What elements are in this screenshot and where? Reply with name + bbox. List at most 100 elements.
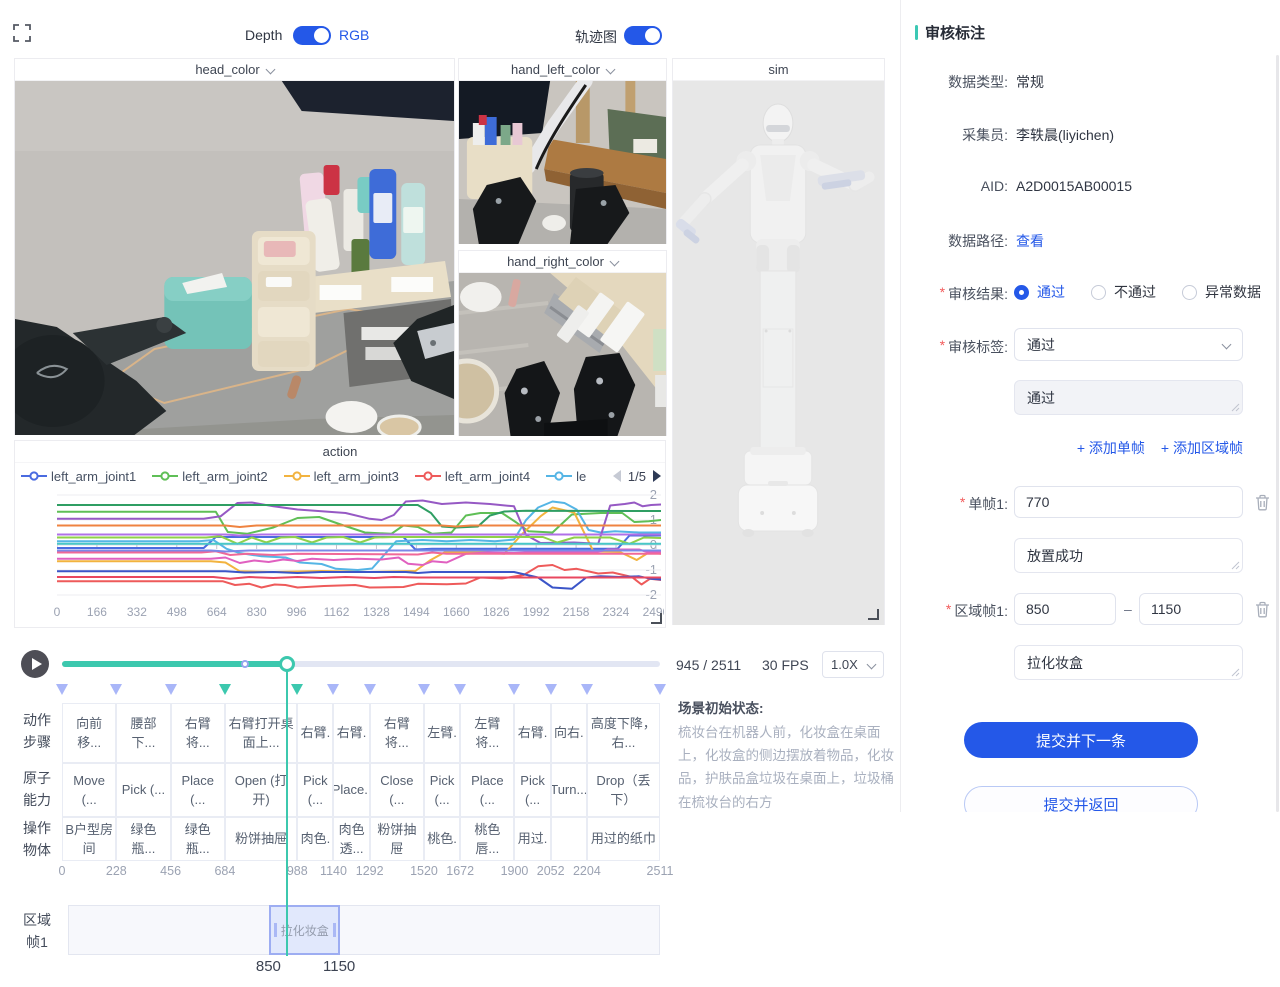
timeline-marker[interactable] — [56, 684, 68, 695]
slider-handle[interactable] — [279, 656, 295, 672]
region-left-handle[interactable] — [274, 923, 277, 937]
resize-handle-icon[interactable] — [868, 609, 879, 620]
ability-cell[interactable]: Close (... — [370, 763, 424, 817]
object-cell[interactable]: 桃色. — [424, 817, 460, 861]
hand-left-camera-video[interactable] — [459, 81, 666, 244]
review-tag-select[interactable]: 通过 — [1014, 328, 1243, 361]
data-path-link[interactable]: 查看 — [1016, 231, 1044, 251]
step-cell[interactable]: 向右. — [551, 703, 587, 763]
step-cell[interactable]: 腰部下... — [116, 703, 170, 763]
timeline-marker[interactable] — [545, 684, 557, 695]
object-cell[interactable]: 用过. — [514, 817, 550, 861]
scrollbar[interactable] — [1276, 55, 1279, 812]
single-frame-comment[interactable]: 放置成功 — [1014, 538, 1243, 573]
step-cell[interactable]: 右臂. — [514, 703, 550, 763]
slider-progress — [62, 661, 287, 667]
legend-item[interactable]: left_arm_joint1 — [21, 469, 136, 484]
object-cell[interactable] — [551, 817, 587, 861]
timeline-marker[interactable] — [291, 684, 303, 695]
step-cell[interactable]: 向前移... — [62, 703, 116, 763]
region-end-input[interactable] — [1139, 593, 1243, 625]
delete-single-frame-icon[interactable] — [1255, 494, 1270, 511]
radio-fail[interactable] — [1091, 285, 1106, 300]
sim-header[interactable]: sim — [673, 59, 884, 81]
object-cell[interactable]: 绿色瓶... — [116, 817, 170, 861]
legend-item[interactable]: le — [546, 469, 586, 484]
object-cell[interactable]: B户型房间 — [62, 817, 116, 861]
region-start-input[interactable] — [1014, 593, 1116, 625]
legend-next-icon[interactable] — [653, 470, 661, 482]
step-cell[interactable]: 右臂. — [297, 703, 333, 763]
region-frame-box[interactable]: 拉化妆盒 — [269, 905, 340, 955]
region-frame-comment[interactable]: 拉化妆盒 — [1014, 645, 1243, 680]
timeline-marker[interactable] — [165, 684, 177, 695]
legend-page-indicator: 1/5 — [628, 469, 646, 484]
legend-item[interactable]: left_arm_joint2 — [152, 469, 267, 484]
ability-cell[interactable]: Place (... — [460, 763, 514, 817]
ability-cell[interactable]: Move (... — [62, 763, 116, 817]
radio-pass[interactable] — [1014, 285, 1029, 300]
timeline-marker[interactable] — [327, 684, 339, 695]
ability-cell[interactable]: Place.. — [333, 763, 369, 817]
single-frame-input[interactable] — [1014, 486, 1243, 518]
object-cell[interactable]: 肉色透... — [333, 817, 369, 861]
ability-cell[interactable]: Pick (... — [297, 763, 333, 817]
add-region-frame-link[interactable]: + 添加区域帧 — [1161, 438, 1243, 458]
timeline-marker[interactable] — [508, 684, 520, 695]
ability-cell[interactable]: Pick (... — [424, 763, 460, 817]
speed-select[interactable]: 1.0X — [822, 651, 884, 678]
radio-abnormal[interactable] — [1182, 285, 1197, 300]
radio-fail-label[interactable]: 不通过 — [1114, 282, 1156, 302]
ability-cell[interactable]: Pick (... — [514, 763, 550, 817]
head-camera-title: head_color — [195, 62, 259, 77]
timeline-marker[interactable] — [418, 684, 430, 695]
timeline-marker[interactable] — [219, 684, 231, 695]
timeline-marker[interactable] — [110, 684, 122, 695]
object-cell[interactable]: 肉色. — [297, 817, 333, 861]
object-cell[interactable]: 桃色唇... — [460, 817, 514, 861]
trajectory-toggle[interactable] — [624, 26, 662, 45]
radio-abnormal-label[interactable]: 异常数据 — [1205, 282, 1261, 302]
step-cell[interactable]: 高度下降，右... — [587, 703, 660, 763]
legend-prev-icon[interactable] — [613, 470, 621, 482]
legend-item[interactable]: left_arm_joint3 — [284, 469, 399, 484]
step-cell[interactable]: 右臂将... — [171, 703, 225, 763]
hand-right-camera-header[interactable]: hand_right_color — [459, 251, 666, 273]
step-cell[interactable]: 左臂将... — [460, 703, 514, 763]
object-cell[interactable]: 用过的纸巾 — [587, 817, 660, 861]
timeline-marker[interactable] — [364, 684, 376, 695]
region-right-handle[interactable] — [333, 923, 336, 937]
review-tag-comment[interactable]: 通过 — [1014, 380, 1243, 415]
chart-plot-area[interactable] — [57, 489, 661, 601]
speed-value: 1.0X — [831, 657, 858, 672]
radio-pass-label[interactable]: 通过 — [1037, 282, 1065, 302]
hand-right-camera-video[interactable] — [459, 273, 666, 436]
head-camera-header[interactable]: head_color — [15, 59, 454, 81]
resize-handle-icon[interactable] — [651, 613, 662, 624]
add-single-frame-link[interactable]: + 添加单帧 — [1077, 438, 1145, 458]
play-button[interactable] — [21, 650, 49, 678]
submit-back-button[interactable]: 提交并返回 — [964, 786, 1198, 812]
object-cell[interactable]: 粉饼抽屉 — [370, 817, 424, 861]
submit-next-button[interactable]: 提交并下一条 — [964, 722, 1198, 758]
step-cell[interactable]: 右臂. — [333, 703, 369, 763]
depth-rgb-toggle[interactable] — [293, 26, 331, 45]
head-camera-video[interactable] — [15, 81, 454, 435]
object-cell[interactable]: 绿色瓶... — [171, 817, 225, 861]
ability-cell[interactable]: Place (... — [171, 763, 225, 817]
timeline-slider[interactable] — [62, 661, 660, 667]
ability-cell[interactable]: Drop（丢下） — [587, 763, 660, 817]
legend-item[interactable]: left_arm_joint4 — [415, 469, 530, 484]
ability-cell[interactable]: Turn... — [551, 763, 587, 817]
timeline-marker[interactable] — [454, 684, 466, 695]
fullscreen-icon[interactable] — [13, 24, 31, 42]
hand-left-camera-header[interactable]: hand_left_color — [459, 59, 666, 81]
delete-region-frame-icon[interactable] — [1255, 601, 1270, 618]
region-frame-track[interactable]: 拉化妆盒 — [68, 905, 660, 955]
step-cell[interactable]: 右臂将... — [370, 703, 424, 763]
step-cell[interactable]: 左臂. — [424, 703, 460, 763]
timeline-marker[interactable] — [581, 684, 593, 695]
timeline-marker[interactable] — [654, 684, 666, 695]
ability-cell[interactable]: Pick (... — [116, 763, 170, 817]
sim-view[interactable] — [673, 81, 884, 625]
